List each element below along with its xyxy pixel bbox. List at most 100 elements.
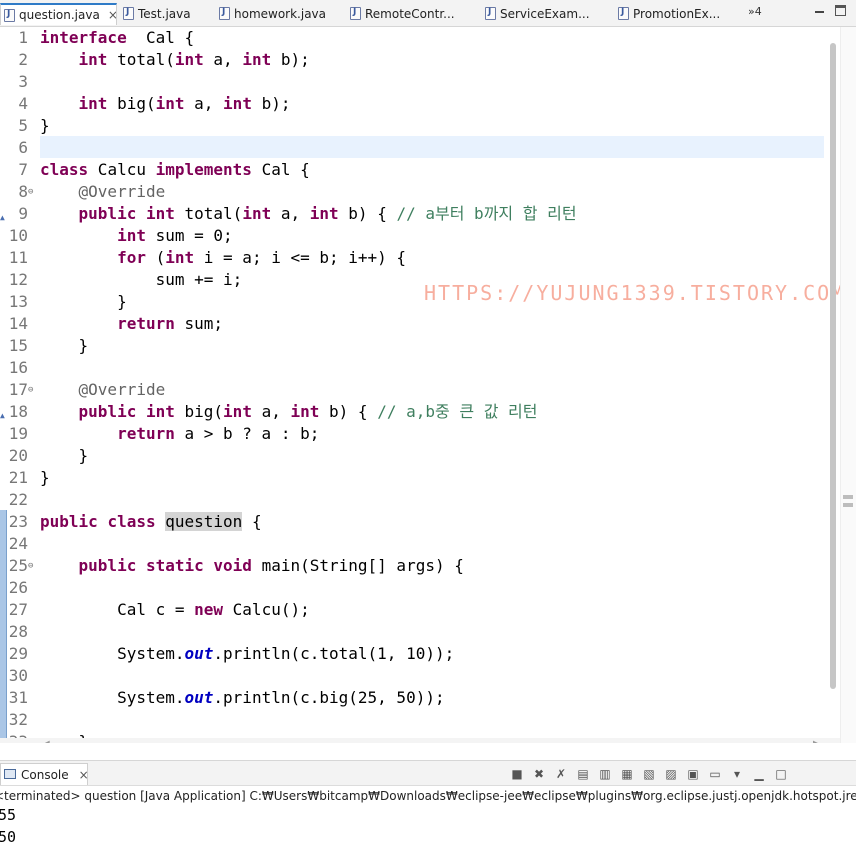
stop-icon[interactable]: ■	[508, 766, 526, 782]
line-number[interactable]: 25	[0, 555, 28, 577]
line-number[interactable]: 26	[0, 577, 28, 599]
code-line: 16	[0, 357, 826, 379]
code-token: sum += i;	[40, 270, 243, 289]
code-text: public int total(int a, int b) { // a부터 …	[40, 203, 577, 225]
line-number[interactable]: 20	[0, 445, 28, 467]
code-line: 20 }	[0, 445, 826, 467]
maximize-icon[interactable]: □	[772, 766, 790, 782]
code-token: total(	[107, 50, 175, 69]
code-token: main(String[] args) {	[251, 556, 464, 575]
keyword: public	[40, 512, 98, 531]
code-token: System.	[40, 688, 185, 707]
remove-launch-icon[interactable]: ✖	[530, 766, 548, 782]
line-number[interactable]: 7	[0, 159, 28, 181]
display-console-icon[interactable]: ▭	[706, 766, 724, 782]
keyword: int	[78, 94, 108, 113]
overview-mark[interactable]	[843, 503, 853, 507]
tab-question-java[interactable]: question.java ×	[0, 3, 117, 25]
java-file-icon	[485, 7, 496, 20]
line-number[interactable]: 4	[0, 93, 28, 115]
line-number[interactable]: 22	[0, 489, 28, 511]
code-line: 32	[0, 709, 826, 731]
line-number[interactable]: 32	[0, 709, 28, 731]
minimize-icon[interactable]	[813, 4, 827, 18]
code-line: 28	[0, 621, 826, 643]
line-number[interactable]: 13	[0, 291, 28, 313]
line-number[interactable]: 15	[0, 335, 28, 357]
line-number[interactable]: 29	[0, 643, 28, 665]
show-on-error-icon[interactable]: ▨	[662, 766, 680, 782]
horizontal-scrollbar[interactable]: ◀ ▶	[0, 738, 840, 743]
minimize-icon[interactable]: ▁	[750, 766, 768, 782]
code-line: 15 }	[0, 335, 826, 357]
line-number[interactable]: 16	[0, 357, 28, 379]
code-line: 5}	[0, 115, 826, 137]
fold-toggle-icon[interactable]: ⊖	[28, 379, 33, 401]
code-token: b);	[251, 94, 291, 113]
line-number[interactable]: 1	[0, 27, 28, 49]
pin-console-icon[interactable]: ▣	[684, 766, 702, 782]
tab-overflow-button[interactable]: »4	[748, 5, 762, 18]
line-number[interactable]: 17	[0, 379, 28, 401]
line-number[interactable]: 11	[0, 247, 28, 269]
line-number[interactable]: 5	[0, 115, 28, 137]
code-line: 24	[0, 533, 826, 555]
line-number[interactable]: 2	[0, 49, 28, 71]
console-output-line: 50	[0, 828, 17, 846]
launch-description: <terminated> question [Java Application]…	[0, 789, 856, 803]
tab-serviceexample[interactable]: ServiceExam...	[482, 3, 612, 25]
close-icon[interactable]: ×	[79, 768, 89, 782]
word-wrap-icon[interactable]: ▦	[618, 766, 636, 782]
scroll-lock-icon[interactable]: ▥	[596, 766, 614, 782]
line-number[interactable]: 3	[0, 71, 28, 93]
line-number[interactable]: 31	[0, 687, 28, 709]
vertical-scrollbar-thumb[interactable]	[830, 43, 836, 689]
code-line: 9 ▲ public int total(int a, int b) { // a…	[0, 203, 826, 225]
tab-console[interactable]: Console ×	[0, 763, 89, 785]
code-line: 22	[0, 489, 826, 511]
tab-remotecontroller[interactable]: RemoteContr...	[347, 3, 481, 25]
line-number[interactable]: 6	[0, 137, 28, 159]
line-number[interactable]: 19	[0, 423, 28, 445]
code-text: }	[40, 467, 50, 489]
line-number[interactable]: 8	[0, 181, 28, 203]
code-text: public static void main(String[] args) {	[40, 555, 464, 577]
maximize-icon[interactable]	[835, 5, 846, 16]
keyword: int	[155, 94, 185, 113]
remove-all-launches-icon[interactable]: ✗	[552, 766, 570, 782]
line-number[interactable]: 14	[0, 313, 28, 335]
line-number[interactable]: 27	[0, 599, 28, 621]
line-number[interactable]: 28	[0, 621, 28, 643]
tab-promotionexample[interactable]: PromotionEx...	[615, 3, 743, 25]
show-on-output-icon[interactable]: ▧	[640, 766, 658, 782]
close-icon[interactable]: ×	[108, 8, 116, 22]
scroll-left-icon[interactable]: ◀	[42, 739, 50, 743]
overview-ruler[interactable]	[840, 27, 856, 743]
keyword: int	[145, 204, 175, 223]
keyword: int	[223, 402, 252, 421]
console-description: <terminated> question [Java Application]…	[0, 788, 856, 804]
fold-toggle-icon[interactable]: ⊖	[28, 555, 33, 577]
code-token: i = a; i <= b; i++) {	[194, 248, 407, 267]
annotation: @Override	[78, 182, 166, 201]
clear-console-icon[interactable]: ▤	[574, 766, 592, 782]
code-editor[interactable]: 1 interface Cal {2 int total(int a, int b…	[0, 27, 856, 743]
scroll-right-icon[interactable]: ▶	[813, 739, 821, 743]
tab-homework-java[interactable]: homework.java	[216, 3, 346, 25]
line-number[interactable]: 30	[0, 665, 28, 687]
overview-mark[interactable]	[843, 495, 853, 499]
tab-test-java[interactable]: Test.java	[120, 3, 216, 25]
line-number[interactable]: 23	[0, 511, 28, 533]
fold-toggle-icon[interactable]: ⊖	[28, 181, 33, 203]
code-token: big(	[174, 402, 224, 421]
line-number[interactable]: 12	[0, 269, 28, 291]
line-number[interactable]: 24	[0, 533, 28, 555]
line-number[interactable]: 21	[0, 467, 28, 489]
line-number[interactable]: 10	[0, 225, 28, 247]
open-console-icon[interactable]: ▾	[728, 766, 746, 782]
